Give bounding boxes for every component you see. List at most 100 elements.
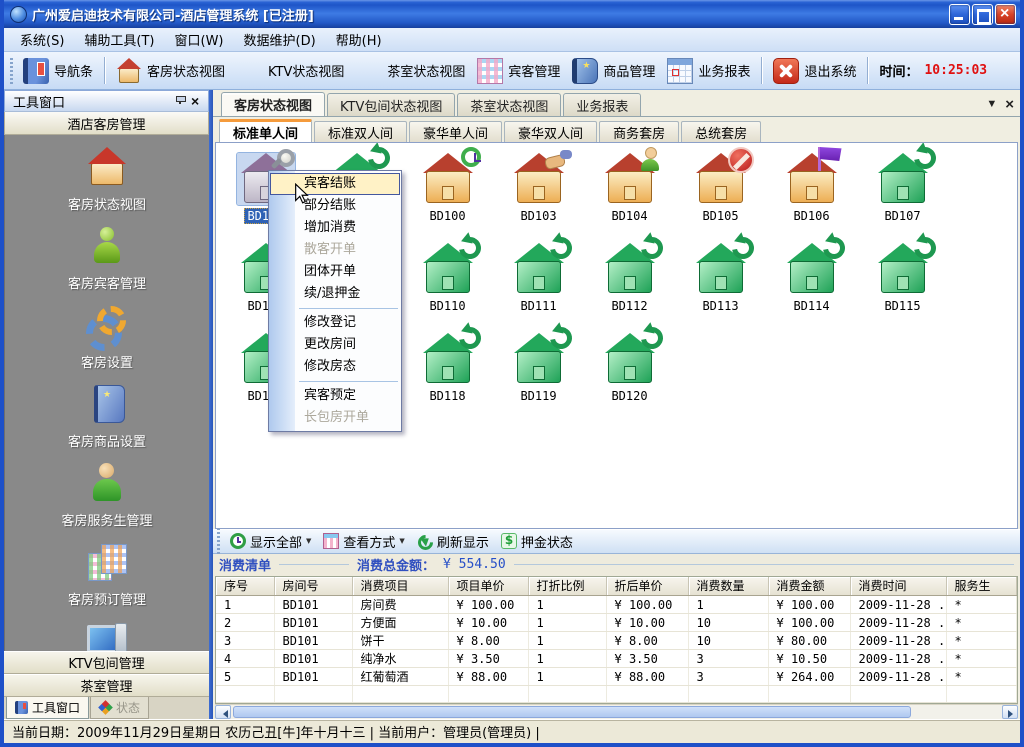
context-menu-item[interactable]: 宾客预定 [269,385,401,407]
toolbar-button[interactable]: 客房状态视图 [110,55,231,87]
doc-tab[interactable]: 茶室状态视图 [457,93,561,116]
column-header[interactable]: 折后单价 [606,577,688,596]
context-menu-item[interactable]: 修改房态 [269,356,401,378]
doc-tab[interactable]: 客房状态视图 [221,92,325,116]
room-item[interactable]: BD119 [493,333,584,423]
menu-item[interactable]: 数据维护(D) [234,28,326,51]
room-item[interactable]: BD111 [493,243,584,333]
consumption-row[interactable]: 5 BD101 红葡萄酒 ¥ 88.00 1 ¥ 88.00 3 ¥ 264.0… [216,668,1017,686]
column-header[interactable]: 项目单价 [448,577,528,596]
sidebar-item[interactable]: 客房其他款项登记 [32,621,182,651]
sidebar-item-icon [85,463,129,503]
column-header[interactable]: 房间号 [274,577,352,596]
room-item[interactable]: BD113 [675,243,766,333]
toolbar-button[interactable]: 业务报表 [661,55,756,87]
tab-scroll-down-icon[interactable]: ▼ [986,99,997,110]
toolbar-button[interactable]: KTV状态视图 [231,55,350,87]
toolbar-button[interactable]: 导航条 [17,55,99,87]
room-item[interactable]: BD107 [857,153,948,243]
room-item[interactable]: BD103 [493,153,584,243]
menu-item[interactable]: 帮助(H) [326,28,392,51]
maximize-button[interactable] [972,4,993,25]
room-type-tab[interactable]: 商务套房 [599,121,679,142]
sidebar-item[interactable]: 客房宾客管理 [32,226,182,292]
room-item[interactable]: BD114 [766,243,857,333]
doc-tab[interactable]: 业务报表 [563,93,641,116]
consumption-row[interactable]: 4 BD101 纯净水 ¥ 3.50 1 ¥ 3.50 3 ¥ 10.50 20… [216,650,1017,668]
room-type-tab[interactable]: 标准双人间 [314,121,407,142]
menu-item[interactable]: 辅助工具(T) [74,28,164,51]
menu-item[interactable]: 系统(S) [10,28,74,51]
toolbar-button[interactable]: 商品管理 [566,55,661,87]
view-toolbar-button[interactable]: 查看方式 ▼ [317,530,410,553]
sidebar-item[interactable]: 客房状态视图 [32,147,182,213]
context-menu-item[interactable]: 部分结账 [269,195,401,217]
column-header[interactable]: 消费时间 [850,577,946,596]
context-menu-item[interactable]: 更改房间 [269,334,401,356]
consumption-row[interactable]: 3 BD101 饼干 ¥ 8.00 1 ¥ 8.00 10 ¥ 80.00 20… [216,632,1017,650]
toolbar-button[interactable]: 宾客管理 [471,55,566,87]
context-menu-item[interactable]: 团体开单 [269,261,401,283]
room-item[interactable]: BD118 [402,333,493,423]
room-item[interactable]: BD106 [766,153,857,243]
room-item[interactable]: BD100 [402,153,493,243]
sidebar-item[interactable]: 客房商品设置 [32,384,182,450]
scrollbar-thumb[interactable] [233,706,911,718]
toolbar-button-label: 退出系统 [804,61,856,80]
toolbar-button[interactable]: 茶室状态视图 [350,55,471,87]
scrollbar-track[interactable] [231,705,1002,719]
consumption-row[interactable]: 2 BD101 方便面 ¥ 10.00 1 ¥ 10.00 10 ¥ 100.0… [216,614,1017,632]
room-item[interactable]: BD112 [584,243,675,333]
menu-item[interactable]: 窗口(W) [165,28,234,51]
column-header[interactable]: 消费数量 [688,577,768,596]
room-status-icon [874,153,932,205]
view-toolbar-button[interactable]: 显示全部 ▼ [224,530,317,553]
scroll-left-icon[interactable] [215,705,231,719]
room-item[interactable]: BD120 [584,333,675,423]
sidebar-item[interactable]: 客房设置 [32,305,182,371]
toolbar-grip-handle[interactable] [10,58,13,84]
context-menu-item[interactable]: 修改登记 [269,312,401,334]
doc-tab[interactable]: KTV包间状态视图 [327,93,455,116]
room-type-tab[interactable]: 总统套房 [681,121,761,142]
column-header[interactable]: 服务生 [946,577,1017,596]
close-button[interactable] [995,4,1016,25]
column-header[interactable]: 消费金额 [768,577,850,596]
scroll-right-icon[interactable] [1002,705,1018,719]
pin-icon[interactable] [172,94,188,109]
context-menu-item[interactable]: 长包房开单 [269,407,401,429]
consumption-row[interactable]: 1 BD101 房间费 ¥ 100.00 1 ¥ 100.00 1 ¥ 100.… [216,596,1017,614]
room-context-menu: 宾客结账 部分结账 增加消费 散客开单 [268,170,402,432]
sidebar-group-header[interactable]: KTV包间管理 [4,651,209,674]
room-status-icon [419,243,477,295]
column-header[interactable]: 消费项目 [352,577,448,596]
sidebar-group-header[interactable]: 茶室管理 [4,674,209,697]
column-header[interactable]: 序号 [216,577,274,596]
room-type-tab[interactable]: 标准单人间 [219,119,312,142]
context-menu-item[interactable]: 宾客结账 [270,173,400,195]
context-menu-item[interactable]: 散客开单 [269,239,401,261]
minimize-button[interactable] [949,4,970,25]
sidebar-item[interactable]: 客房预订管理 [32,542,182,608]
view-toolbar-button[interactable]: 押金状态 ▼ [495,530,579,553]
room-item[interactable]: BD105 [675,153,766,243]
view-toolbar-button[interactable]: 刷新显示 ▼ [411,530,495,553]
room-type-tab[interactable]: 豪华双人间 [504,121,597,142]
sidebar-group-hotel-rooms[interactable]: 酒店客房管理 [4,112,209,135]
toolbar-grip-handle[interactable] [217,528,220,554]
room-item[interactable]: BD110 [402,243,493,333]
room-item[interactable]: BD115 [857,243,948,333]
room-item[interactable]: BD104 [584,153,675,243]
context-menu-item[interactable]: 续/退押金 [269,283,401,305]
room-label: BD120 [584,389,675,403]
toolbar-button[interactable]: 退出系统 [767,55,862,87]
context-menu-item[interactable]: 增加消费 [269,217,401,239]
sidebar-bottom-tab[interactable]: 状态 [90,697,149,719]
room-type-tab[interactable]: 豪华单人间 [409,121,502,142]
close-icon[interactable] [188,94,204,109]
sidebar-item[interactable]: 客房服务生管理 [32,463,182,529]
sidebar-bottom-tab[interactable]: 工具窗口 [6,697,89,719]
consumption-group-header: 消费清单 消费总金额： ¥ 554.50 [213,554,1020,576]
tab-close-icon[interactable]: × [1005,97,1014,112]
column-header[interactable]: 打折比例 [528,577,606,596]
